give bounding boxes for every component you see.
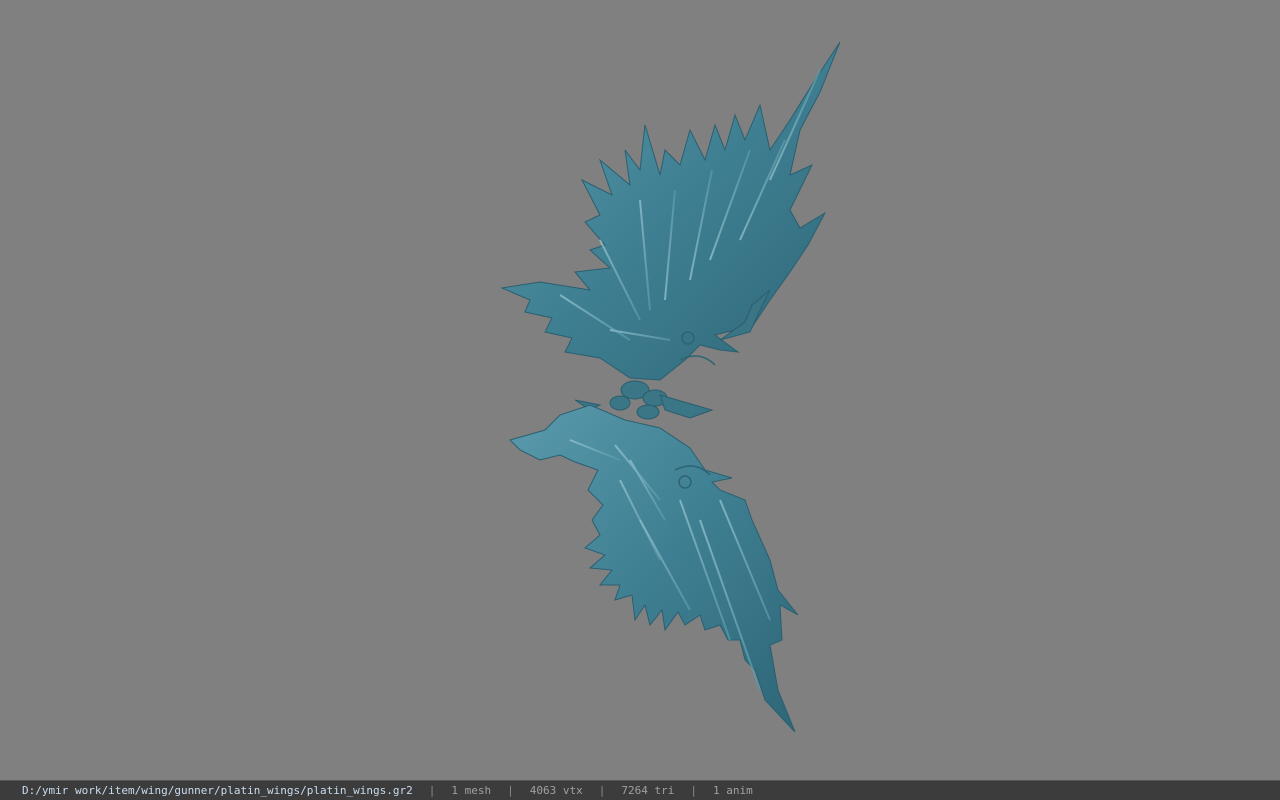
triangle-count: 7264 tri [621,784,675,797]
wing-model [500,41,841,733]
file-path: D:/ymir work/item/wing/gunner/platin_win… [22,784,413,797]
vertex-count: 4063 vtx [529,784,583,797]
separator: | [507,784,514,797]
animation-count: 1 anim [712,784,753,797]
separator: | [690,784,697,797]
separator: | [598,784,606,797]
lower-wing [509,404,799,733]
3d-viewport[interactable] [0,0,1280,780]
status-bar: D:/ymir work/item/wing/gunner/platin_win… [0,780,1280,800]
upper-wing [500,41,841,381]
mesh-count: 1 mesh [451,784,492,797]
separator: | [428,784,436,797]
